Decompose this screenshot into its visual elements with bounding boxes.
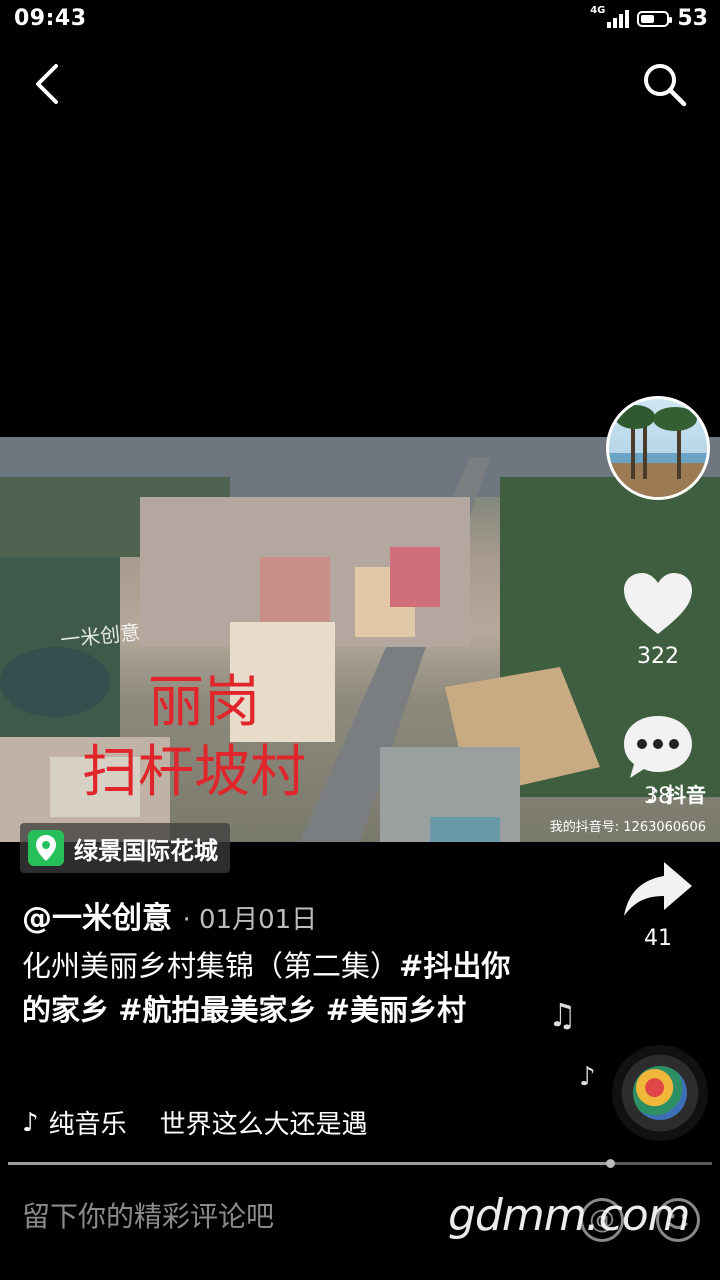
music-cover (633, 1066, 687, 1120)
share-icon (624, 862, 692, 916)
network-type: 4G (590, 5, 606, 16)
avatar-photo (609, 405, 707, 497)
music-disc[interactable] (612, 1045, 708, 1141)
status-time: 09:43 (14, 6, 87, 31)
comment-button[interactable]: 38 (608, 712, 708, 809)
comment-icon (624, 716, 692, 778)
signal-icon (607, 9, 630, 28)
video-caption-line1: 丽岗 (148, 670, 260, 735)
post-description: 化州美丽乡村集锦（第二集）#抖出你的家乡 #航拍最美家乡 #美丽乡村 (22, 944, 522, 1032)
search-button[interactable] (640, 60, 690, 110)
location-label: 绿景国际花城 (74, 836, 218, 865)
like-button[interactable]: 322 (608, 570, 708, 669)
comment-count: 38 (644, 784, 672, 809)
battery-fill (641, 14, 655, 23)
douyin-note-icon: ♪ (22, 1107, 39, 1138)
status-icons: 4G 53 (590, 5, 708, 31)
location-tag[interactable]: 绿景国际花城 (20, 823, 230, 873)
heart-icon (624, 573, 692, 634)
douyin-id: 我的抖音号: 1263060606 (549, 820, 706, 835)
video-progress-bar[interactable] (8, 1159, 712, 1168)
author-avatar[interactable] (606, 396, 710, 500)
comment-input[interactable] (22, 1200, 442, 1233)
floating-note-icon: ♫ (548, 996, 577, 1034)
battery-percent: 53 (677, 6, 708, 31)
battery-icon (637, 10, 673, 27)
back-icon (36, 64, 58, 104)
description-text: 化州美丽乡村集锦（第二集） (22, 949, 400, 983)
post-date: · 01月01日 (182, 905, 318, 935)
hashtag[interactable]: #航拍最美家乡 (118, 993, 316, 1027)
floating-note-icon: ♪ (579, 1062, 596, 1092)
music-info[interactable]: ♪ 纯音乐 世界这么大还是遇 (22, 1104, 382, 1141)
back-button[interactable] (22, 56, 72, 112)
search-icon (644, 64, 687, 107)
author-line: @一米创意 · 01月01日 (22, 893, 317, 937)
share-button[interactable]: 41 (608, 858, 708, 951)
progress-fill (8, 1162, 610, 1165)
site-watermark: gdmm.com (448, 1190, 691, 1241)
author-name[interactable]: @一米创意 (22, 901, 172, 936)
hashtag[interactable]: #美丽乡村 (326, 993, 466, 1027)
video-caption-line2: 扫杆坡村 (82, 740, 306, 805)
music-title: 纯音乐 世界这么大还是遇 (48, 1110, 368, 1140)
location-pin-icon (28, 830, 64, 866)
progress-knob[interactable] (605, 1159, 615, 1168)
like-count: 322 (637, 644, 679, 669)
share-count: 41 (644, 926, 672, 951)
